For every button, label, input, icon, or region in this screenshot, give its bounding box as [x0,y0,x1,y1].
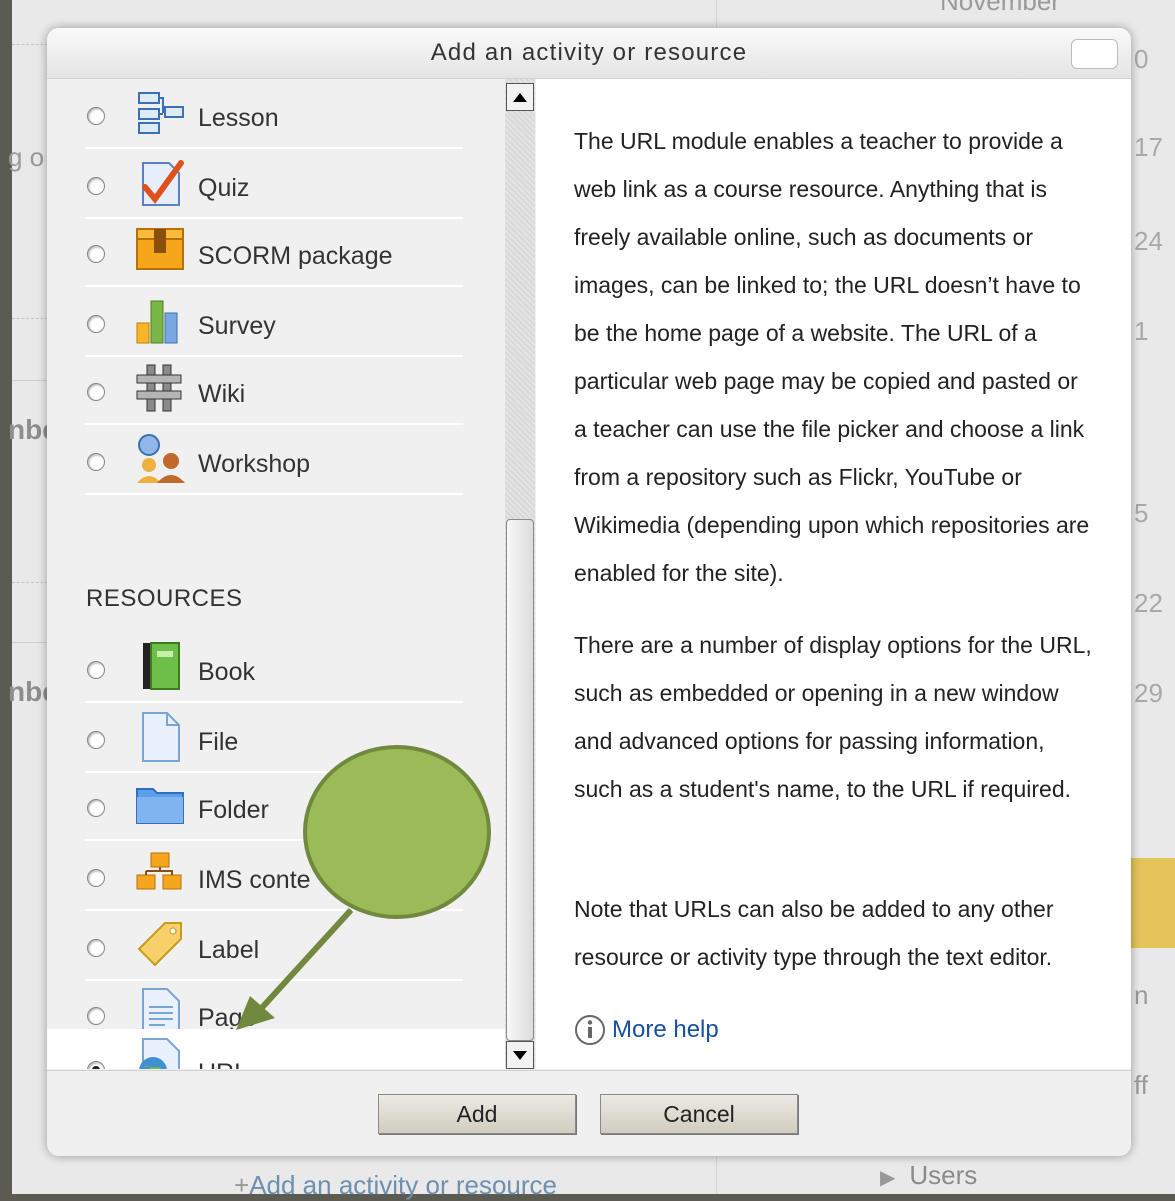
description-paragraph: There are a number of display options fo… [574,632,1092,802]
calendar-day: 22 [1134,588,1163,618]
background-divider [12,642,48,643]
calendar-day: 24 [1134,226,1163,256]
option-book[interactable]: Book [47,633,505,703]
workshop-icon [137,434,185,483]
option-ims-content[interactable]: IMS conte [47,841,505,911]
module-options-list: Lesson Quiz SCORM package Survey Wiki Wo… [47,79,505,1069]
option-separator [85,493,463,495]
option-wiki[interactable]: Wiki [47,355,505,425]
url-globe-icon [139,1038,180,1069]
scroll-down-button[interactable] [506,1041,534,1069]
calendar-day: 17 [1134,132,1163,162]
radio-button[interactable] [87,383,105,401]
option-scorm[interactable]: SCORM package [47,217,505,287]
option-label: Folder [198,796,269,824]
description-paragraph: Note that URLs can also be added to any … [574,896,1054,970]
radio-button[interactable] [87,731,105,749]
calendar-day: 1 [1134,316,1149,346]
radio-button[interactable] [87,939,105,957]
calendar-day: 0 [1134,44,1149,74]
option-label: URL [198,1059,248,1069]
background-add-activity-link[interactable]: +Add an activity or resource [234,1170,557,1201]
radio-button[interactable] [87,869,105,887]
dialog-title: Add an activity or resource [430,39,748,66]
option-label: SCORM package [198,242,393,270]
option-label: Lesson [198,104,279,132]
resources-heading: RESOURCES [86,585,243,612]
option-lesson[interactable]: Lesson [47,79,505,149]
scrollbar-thumb[interactable] [506,519,534,1041]
option-url[interactable]: URL [47,1029,505,1069]
close-button[interactable] [1071,39,1118,69]
option-survey[interactable]: Survey [47,287,505,357]
radio-button-checked[interactable] [87,1061,105,1069]
radio-button[interactable] [87,177,105,195]
lesson-icon [138,92,184,134]
triangle-up-icon [513,93,527,102]
option-folder[interactable]: Folder [47,771,505,841]
option-label: Workshop [198,450,311,478]
options-scrollbar[interactable] [505,79,535,1069]
add-button[interactable]: Add [378,1094,576,1134]
info-icon[interactable] [574,1014,606,1046]
plus-icon: + [234,1170,250,1200]
survey-icon [136,300,178,344]
description-paragraph: The URL module enables a teacher to prov… [574,128,1090,586]
background-partial-text: n [1134,980,1149,1010]
scorm-icon [136,228,184,270]
option-label: Wiki [198,380,246,408]
dialog-footer: Add Cancel [47,1070,1131,1156]
option-label: Quiz [198,174,250,202]
ims-content-icon [136,852,182,890]
quiz-icon [142,160,184,206]
background-partial-text: g o [8,142,45,172]
option-label: Book [198,658,255,686]
triangle-down-icon [513,1051,527,1060]
option-file[interactable]: File [47,703,505,773]
module-description-panel: The URL module enables a teacher to prov… [536,79,1131,1069]
wiki-icon [136,364,182,412]
option-label: Label [198,936,260,964]
option-label[interactable]: Label [47,911,505,981]
file-icon [142,712,180,762]
label-icon [137,922,182,967]
option-label: Survey [198,312,276,340]
calendar-day: 5 [1134,498,1149,528]
option-quiz[interactable]: Quiz [47,149,505,219]
radio-button[interactable] [87,315,105,333]
book-icon [143,642,180,690]
background-divider [12,318,48,319]
triangle-right-icon: ▶ [880,1167,896,1189]
radio-button[interactable] [87,107,105,125]
option-label: IMS conte [198,866,311,894]
radio-button[interactable] [87,799,105,817]
radio-button[interactable] [87,1007,105,1025]
background-divider [12,380,48,381]
folder-icon [136,788,184,824]
background-users-item[interactable]: ▶ Users [880,1160,977,1191]
scroll-up-button[interactable] [506,83,534,111]
calendar-day: 29 [1134,678,1163,708]
radio-button[interactable] [87,661,105,679]
background-divider [12,44,48,45]
radio-button[interactable] [87,453,105,471]
background-divider [12,582,48,583]
option-workshop[interactable]: Workshop [47,425,505,495]
background-partial-text: ff [1134,1070,1148,1100]
more-help-link[interactable]: More help [612,1016,719,1044]
add-activity-dialog: Add an activity or resource Lesson Quiz [47,28,1131,1156]
background-month-label: November [940,0,1060,16]
option-label: File [198,728,239,756]
cancel-button[interactable]: Cancel [600,1094,798,1134]
radio-button[interactable] [87,245,105,263]
dialog-header: Add an activity or resource [47,28,1131,79]
background-highlight-block [1130,858,1175,948]
